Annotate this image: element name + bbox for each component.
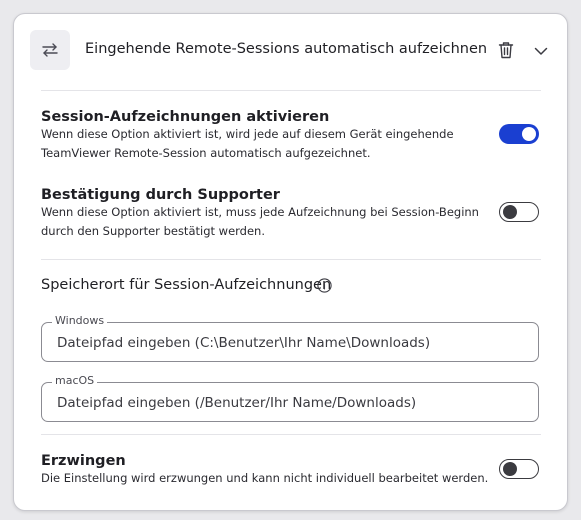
macos-path-field: macOS xyxy=(41,374,539,422)
chevron-down-icon[interactable] xyxy=(532,44,550,58)
swap-arrows-icon xyxy=(30,30,70,70)
windows-field-legend: Windows xyxy=(52,314,108,328)
recording-toggle[interactable] xyxy=(499,124,539,144)
section-divider xyxy=(41,259,541,260)
toggle-knob xyxy=(503,204,517,219)
windows-path-input[interactable] xyxy=(57,332,527,354)
macos-field-legend: macOS xyxy=(52,374,98,388)
enforce-divider xyxy=(41,434,541,435)
setting-title-enforce: Erzwingen xyxy=(41,453,126,469)
toggle-knob xyxy=(503,461,517,476)
storage-label: Speicherort für Session-Aufzeichnungen xyxy=(41,277,332,293)
card-title: Eingehende Remote-Sessions automatisch a… xyxy=(85,41,488,57)
confirmation-toggle[interactable] xyxy=(499,202,539,222)
toggle-knob xyxy=(522,127,536,141)
info-icon[interactable] xyxy=(317,278,332,293)
setting-desc-confirmation: Wenn diese Option aktiviert ist, muss je… xyxy=(41,205,479,238)
enforce-toggle[interactable] xyxy=(499,459,539,479)
settings-card: Eingehende Remote-Sessions automatisch a… xyxy=(13,13,568,511)
setting-desc-recording: Wenn diese Option aktiviert ist, wird je… xyxy=(41,127,454,160)
header-divider xyxy=(41,90,541,91)
setting-desc-enforce: Die Einstellung wird erzwungen und kann … xyxy=(41,471,489,485)
macos-path-input[interactable] xyxy=(57,392,527,414)
setting-title-confirmation: Bestätigung durch Supporter xyxy=(41,187,280,203)
setting-title-recording: Session-Aufzeichnungen aktivieren xyxy=(41,109,330,125)
card-header: Eingehende Remote-Sessions automatisch a… xyxy=(14,14,567,91)
trash-icon[interactable] xyxy=(496,39,516,61)
windows-path-field: Windows xyxy=(41,314,539,362)
